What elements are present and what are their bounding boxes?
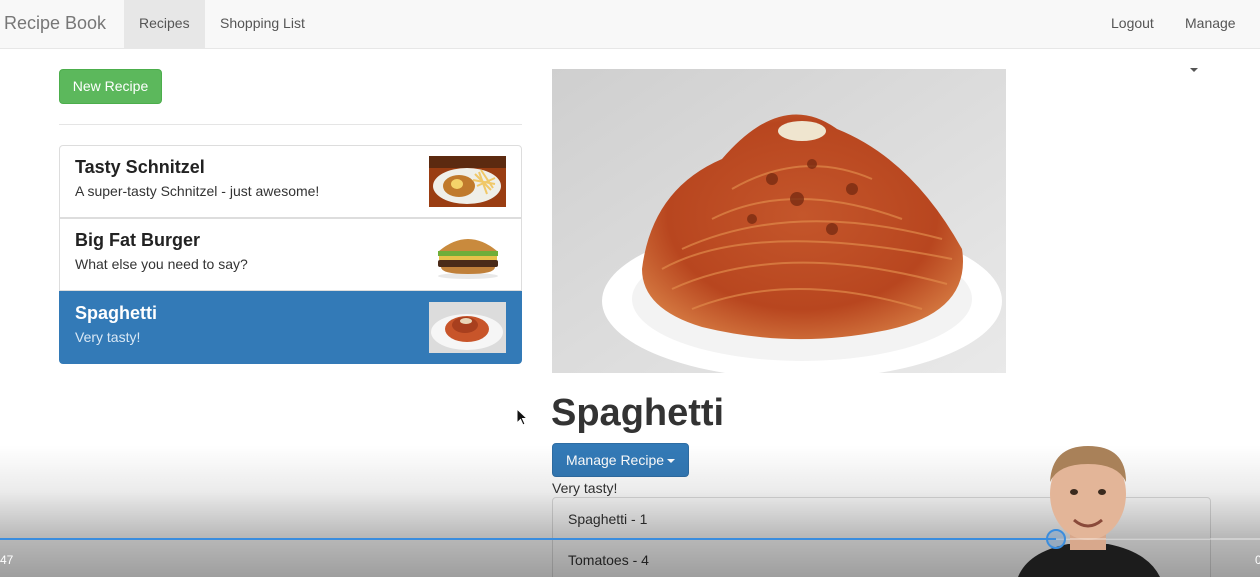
video-progress-bar[interactable] — [0, 538, 1260, 540]
manage-recipe-button[interactable]: Manage Recipe — [552, 443, 689, 477]
video-progress-fill — [0, 538, 1056, 540]
mouse-cursor-icon — [516, 407, 529, 431]
recipe-name: Spaghetti — [75, 303, 158, 323]
recipe-thumbnail-spaghetti — [429, 302, 506, 353]
elapsed-time: 47 — [0, 553, 14, 567]
recipe-item-burger[interactable]: Big Fat Burger What else you need to say… — [59, 218, 522, 291]
recipe-description: A super-tasty Schnitzel - just awesome! — [75, 183, 320, 199]
divider — [59, 124, 522, 125]
caret-down-icon — [1190, 68, 1198, 73]
remaining-time: 0 — [1255, 553, 1260, 567]
tab-recipes[interactable]: Recipes — [124, 0, 205, 48]
recipe-description: Very tasty! — [75, 329, 141, 345]
video-scrubber-handle[interactable] — [1046, 529, 1066, 549]
recipe-name: Tasty Schnitzel — [75, 157, 205, 177]
recipe-item-schnitzel[interactable]: Tasty Schnitzel A super-tasty Schnitzel … — [59, 145, 522, 218]
recipe-title: Spaghetti — [551, 392, 725, 434]
presenter-webcam — [1008, 440, 1168, 577]
recipe-thumbnail-burger — [429, 229, 506, 280]
recipe-description: Very tasty! — [552, 480, 618, 496]
recipe-name: Big Fat Burger — [75, 230, 201, 250]
recipe-image — [552, 69, 1006, 373]
caret-down-icon — [667, 459, 676, 464]
manage-label: Manage — [1185, 15, 1236, 31]
recipe-description: What else you need to say? — [75, 256, 248, 272]
tab-shopping-list[interactable]: Shopping List — [205, 0, 320, 48]
navbar: Recipe Book Recipes Shopping List Logout… — [0, 0, 1260, 73]
logout-link[interactable]: Logout — [1096, 0, 1169, 48]
manage-recipe-label: Manage Recipe — [565, 452, 665, 468]
recipe-item-spaghetti[interactable]: Spaghetti Very tasty! — [59, 291, 522, 364]
new-recipe-button[interactable]: New Recipe — [59, 69, 162, 104]
brand-link[interactable]: Recipe Book — [4, 13, 106, 34]
recipe-thumbnail-schnitzel — [429, 156, 506, 207]
manage-dropdown[interactable]: Manage — [1170, 0, 1260, 73]
